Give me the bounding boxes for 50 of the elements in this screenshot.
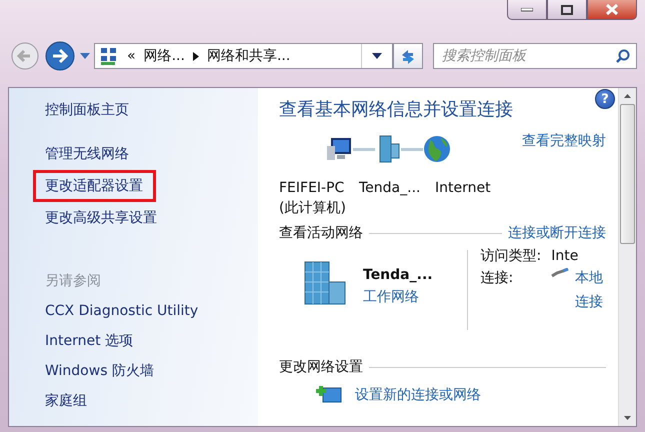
see-also-link[interactable]: 家庭组 [45,386,87,416]
maximize-icon [561,4,573,14]
dropdown-arrow-icon[interactable] [372,53,382,59]
ethernet-cable-icon [551,268,570,278]
connection-link[interactable]: 本地连接 [575,266,606,314]
help-button[interactable]: ? [595,89,615,109]
sidebar-link[interactable]: 管理无线网络 [33,138,142,170]
overflow-chevron[interactable]: « [127,48,136,64]
search-field[interactable]: 搜索控制面板 [433,43,637,69]
network-type-link[interactable]: 工作网络 [363,286,433,308]
access-type-value: Inte [551,247,580,266]
connection-label: 连接: [480,269,514,288]
network-name: Tenda_... [363,266,433,285]
map-node-sublabel: (此计算机) [279,199,347,218]
see-also-link[interactable]: CCX Diagnostic Utility [45,296,198,326]
forward-button-icon[interactable] [44,40,76,72]
refresh-arrows-icon [400,48,416,64]
sidebar-link[interactable]: 更改高级共享设置 [33,202,170,234]
connect-disconnect-link[interactable]: 连接或断开连接 [508,224,606,242]
see-also-heading: 另请参阅 [45,272,102,290]
map-node-label: Tenda_... [359,179,422,198]
full-map-link[interactable]: 查看完整映射 [522,132,606,150]
map-node-label: Internet [435,179,492,198]
access-type-label: 访问类型: [480,247,542,266]
see-also-link[interactable]: Internet 选项 [45,326,134,356]
breadcrumb[interactable]: 网络... [144,47,185,65]
sidebar-link[interactable]: 更改适配器设置 [33,170,156,202]
see-also-link[interactable]: Windows 防火墙 [45,356,154,386]
setup-connection-link[interactable]: 设置新的连接或网络 [355,386,481,404]
globe-icon [423,134,451,164]
search-icon [616,49,630,63]
section-heading: 查看活动网络 [279,224,363,242]
sidebar-link[interactable]: 控制面板主页 [33,94,142,126]
breadcrumb[interactable]: 网络和共享... [206,47,290,65]
minimize-icon [521,8,533,12]
map-node-label: FEIFEI-PC [279,179,346,198]
address-bar[interactable]: « 网络... 网络和共享... [94,43,393,69]
breadcrumb-arrow-icon[interactable] [192,52,199,60]
maximize-button[interactable] [547,0,587,20]
search-input[interactable]: 搜索控制面板 [440,47,616,65]
history-dropdown-icon[interactable] [80,53,90,59]
network-folder-icon [99,46,119,66]
close-icon [606,4,618,15]
scrollbar-thumb[interactable] [620,104,635,244]
refresh-button[interactable] [393,43,423,69]
section-heading: 更改网络设置 [279,358,363,376]
minimize-button[interactable] [507,0,547,20]
computer-icon [327,136,353,162]
page-heading: 查看基本网络信息并设置连接 [279,98,514,122]
close-button[interactable] [587,0,637,20]
